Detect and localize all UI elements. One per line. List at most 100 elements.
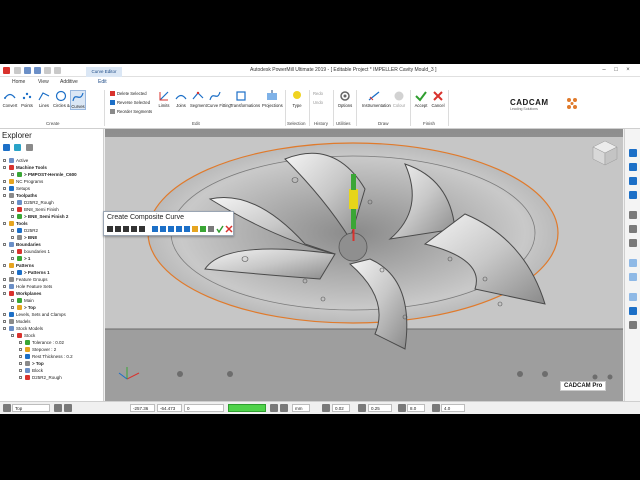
- expand-toggle-icon[interactable]: [19, 369, 22, 372]
- expand-toggle-icon[interactable]: [19, 376, 22, 379]
- expand-toggle-icon[interactable]: [11, 173, 14, 176]
- expand-toggle-icon[interactable]: [19, 362, 22, 365]
- impeller-model-view[interactable]: [105, 129, 623, 401]
- expand-toggle-icon[interactable]: [19, 341, 22, 344]
- view-front-icon[interactable]: [629, 177, 637, 185]
- tree-item[interactable]: Setups: [0, 185, 104, 192]
- instrumentation-button[interactable]: Instrumentation: [362, 90, 391, 108]
- tolerance-field[interactable]: 0.02: [332, 404, 350, 412]
- maximize-icon[interactable]: □: [612, 66, 620, 74]
- expand-toggle-icon[interactable]: [11, 208, 14, 211]
- redo-icon[interactable]: [54, 67, 61, 74]
- save-icon[interactable]: [34, 67, 41, 74]
- view-side-icon[interactable]: [629, 191, 637, 199]
- tree-item[interactable]: Rest Thickness : 0.2: [0, 353, 104, 360]
- tree-item[interactable]: Hole Feature Sets: [0, 283, 104, 290]
- tree-item[interactable]: Block: [0, 367, 104, 374]
- workplane-toggle-icon[interactable]: [54, 404, 62, 412]
- tool-diameter-field[interactable]: 8.0: [407, 404, 425, 412]
- expand-toggle-icon[interactable]: [3, 313, 6, 316]
- cancel-x-icon[interactable]: [225, 225, 233, 233]
- settings-icon[interactable]: [25, 144, 33, 151]
- z-coordinate[interactable]: 0: [184, 404, 224, 412]
- segment-button[interactable]: Segment: [190, 90, 207, 108]
- expand-toggle-icon[interactable]: [11, 229, 14, 232]
- expand-toggle-icon[interactable]: [11, 215, 14, 218]
- trim-icon[interactable]: [160, 226, 166, 232]
- contextual-tab-curve-editor[interactable]: Curve Editor: [86, 67, 122, 77]
- tree-item[interactable]: NC Programs: [0, 178, 104, 185]
- expand-toggle-icon[interactable]: [11, 236, 14, 239]
- tree-item[interactable]: Main: [0, 297, 104, 304]
- expand-toggle-icon[interactable]: [3, 278, 6, 281]
- select-icon[interactable]: [152, 226, 158, 232]
- stock-icon[interactable]: [629, 293, 637, 301]
- accept-button[interactable]: Accept: [413, 90, 429, 108]
- tree-item[interactable]: Stepover : 2: [0, 346, 104, 353]
- convert-button[interactable]: Convert: [2, 90, 18, 108]
- expand-toggle-icon[interactable]: [11, 306, 14, 309]
- tree-item[interactable]: Workplanes: [0, 290, 104, 297]
- delete-selected-button[interactable]: Delete Selected: [110, 91, 147, 97]
- open-icon[interactable]: [24, 67, 31, 74]
- expand-toggle-icon[interactable]: [3, 243, 6, 246]
- direction-icon[interactable]: [200, 226, 206, 232]
- expand-toggle-icon[interactable]: [3, 292, 6, 295]
- create-composite-curve-toolbar[interactable]: Create Composite Curve: [103, 211, 234, 236]
- play-back-icon[interactable]: [115, 226, 121, 232]
- colour-button[interactable]: Colour: [391, 90, 407, 108]
- reorder-segments-button[interactable]: Reorder Segments: [110, 109, 152, 115]
- expand-toggle-icon[interactable]: [11, 201, 14, 204]
- workplane-select[interactable]: Top: [12, 404, 50, 412]
- cancel-button[interactable]: Cancel: [430, 90, 446, 108]
- app-icon[interactable]: [3, 67, 10, 74]
- tree-item[interactable]: Boundaries: [0, 241, 104, 248]
- curve-fitting-button[interactable]: Curve Fitting: [207, 90, 231, 108]
- zoom-fit-icon[interactable]: [629, 239, 637, 247]
- expand-toggle-icon[interactable]: [11, 250, 14, 253]
- measure-icon[interactable]: [280, 404, 288, 412]
- options-icon[interactable]: [208, 226, 214, 232]
- tree-item[interactable]: Active: [0, 157, 104, 164]
- tab-view[interactable]: View: [38, 79, 49, 85]
- options-button[interactable]: Options: [337, 90, 353, 108]
- expand-toggle-icon[interactable]: [3, 327, 6, 330]
- expand-toggle-icon[interactable]: [3, 180, 6, 183]
- view-iso-icon[interactable]: [629, 149, 637, 157]
- expand-toggle-icon[interactable]: [11, 271, 14, 274]
- tab-edit[interactable]: Edit: [98, 79, 107, 85]
- points-button[interactable]: Points: [19, 90, 35, 108]
- new-icon[interactable]: [14, 67, 21, 74]
- play-forward-icon[interactable]: [131, 226, 137, 232]
- grid-icon[interactable]: [64, 404, 72, 412]
- tree-item[interactable]: > Top: [0, 304, 104, 311]
- transformations-button[interactable]: Transformations: [230, 90, 260, 108]
- tree-item[interactable]: D25R2: [0, 227, 104, 234]
- tree-item[interactable]: Models: [0, 318, 104, 325]
- snap-icon[interactable]: [270, 404, 278, 412]
- shaded-icon[interactable]: [629, 259, 637, 267]
- undo-button[interactable]: Undo: [313, 100, 323, 105]
- expand-toggle-icon[interactable]: [11, 334, 14, 337]
- expand-toggle-icon[interactable]: [3, 264, 6, 267]
- expand-toggle-icon[interactable]: [3, 285, 6, 288]
- tree-item[interactable]: boundaries 1: [0, 248, 104, 255]
- expand-toggle-icon[interactable]: [3, 187, 6, 190]
- tangent-icon[interactable]: [192, 226, 198, 232]
- play-first-icon[interactable]: [107, 226, 113, 232]
- accept-check-icon[interactable]: [216, 225, 224, 233]
- expand-toggle-icon[interactable]: [11, 257, 14, 260]
- joins-button[interactable]: Joins: [173, 90, 189, 108]
- stepdown-field[interactable]: 4.0: [441, 404, 465, 412]
- stepdown-icon[interactable]: [432, 404, 440, 412]
- lines-button[interactable]: Lines: [36, 90, 52, 108]
- tree-item[interactable]: Stock Models: [0, 325, 104, 332]
- home-icon[interactable]: [3, 144, 10, 151]
- tree-item[interactable]: Levels, Sets and Clamps: [0, 311, 104, 318]
- units-field[interactable]: mm: [292, 404, 310, 412]
- chain-icon[interactable]: [184, 226, 190, 232]
- tree-item[interactable]: > BN8: [0, 234, 104, 241]
- curves-button[interactable]: Curves: [70, 90, 86, 110]
- tree-item[interactable]: D25R2_Rough: [0, 374, 104, 381]
- tree-item[interactable]: > BN8_Semi Finish 2: [0, 213, 104, 220]
